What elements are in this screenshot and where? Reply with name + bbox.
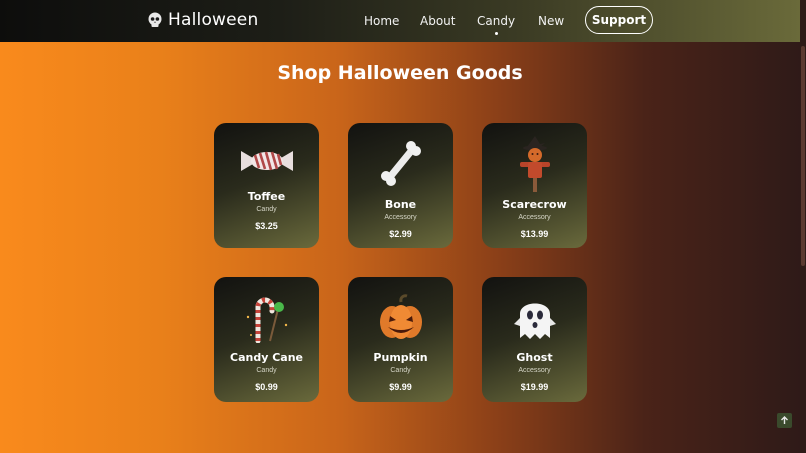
product-price: $2.99 xyxy=(389,229,412,239)
product-card-bone[interactable]: Bone Accessory $2.99 xyxy=(348,123,453,248)
product-card-pumpkin[interactable]: Pumpkin Candy $9.99 xyxy=(348,277,453,402)
pumpkin-icon xyxy=(379,294,422,339)
product-card-toffee[interactable]: Toffee Candy $3.25 xyxy=(214,123,319,248)
page-title: Shop Halloween Goods xyxy=(277,62,523,84)
scroll-to-top-button[interactable] xyxy=(777,413,792,428)
product-name: Toffee xyxy=(247,190,286,203)
skull-icon xyxy=(148,12,162,27)
product-card-scarecrow[interactable]: Scarecrow Accessory $13.99 xyxy=(482,123,587,248)
ghost-icon xyxy=(513,303,556,339)
nav-candy[interactable]: Candy xyxy=(477,14,516,35)
product-category: Accessory xyxy=(384,214,417,221)
nav-home[interactable]: Home xyxy=(364,14,399,28)
product-price: $0.99 xyxy=(255,382,278,392)
product-price: $13.99 xyxy=(520,229,549,239)
product-card-ghost[interactable]: Ghost Accessory $19.99 xyxy=(482,277,587,402)
scrollbar[interactable] xyxy=(800,0,806,453)
product-name: Candy Cane xyxy=(230,351,303,364)
bone-icon xyxy=(380,141,421,186)
logo[interactable]: Halloween xyxy=(147,10,258,30)
nav-about[interactable]: About xyxy=(420,14,455,28)
product-category: Accessory xyxy=(518,367,551,374)
product-category: Candy xyxy=(390,367,411,374)
nav-candy-label: Candy xyxy=(477,14,516,28)
toffee-icon xyxy=(240,151,293,171)
active-indicator-dot xyxy=(495,32,499,35)
arrow-up-icon xyxy=(781,416,788,424)
product-price: $19.99 xyxy=(520,382,549,392)
nav-new[interactable]: New xyxy=(538,14,564,28)
product-price: $9.99 xyxy=(389,382,412,392)
logo-text: Halloween xyxy=(168,10,259,30)
scrollbar-thumb[interactable] xyxy=(801,46,805,266)
product-name: Scarecrow xyxy=(502,198,567,211)
product-category: Candy xyxy=(256,367,277,374)
support-button[interactable]: Support xyxy=(585,6,653,34)
product-name: Bone xyxy=(384,198,417,211)
top-nav-bar: Halloween Home About Candy New Support xyxy=(0,0,800,42)
candy-cane-icon xyxy=(246,297,287,343)
product-name: Ghost xyxy=(516,351,553,364)
product-category: Accessory xyxy=(518,214,551,221)
scarecrow-icon xyxy=(519,136,550,192)
product-category: Candy xyxy=(256,206,277,213)
product-name: Pumpkin xyxy=(373,351,428,364)
product-price: $3.25 xyxy=(255,221,278,231)
product-card-candy-cane[interactable]: Candy Cane Candy $0.99 xyxy=(214,277,319,402)
